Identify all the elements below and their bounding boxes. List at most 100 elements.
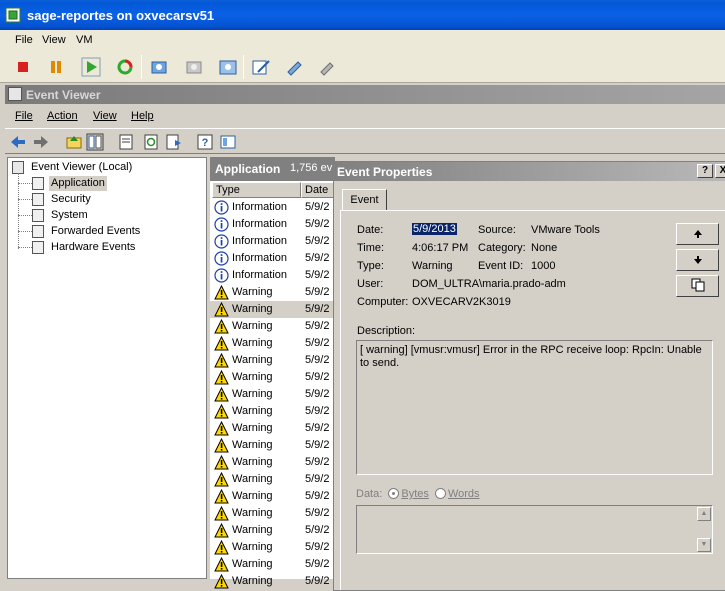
event-type: Warning bbox=[232, 371, 273, 383]
menu-action[interactable]: Action bbox=[47, 110, 78, 122]
forward-icon[interactable] bbox=[32, 133, 50, 151]
pause-icon[interactable] bbox=[45, 56, 67, 78]
scroll-up-button[interactable]: ▲ bbox=[697, 507, 711, 521]
category-label: Category: bbox=[478, 242, 526, 254]
table-row[interactable]: Warning 5/9/2 bbox=[210, 335, 335, 352]
computer-value: OXVECARV2K3019 bbox=[412, 296, 511, 308]
tree-item-label: Security bbox=[51, 193, 91, 205]
scroll-down-button[interactable]: ▼ bbox=[697, 538, 711, 552]
event-date: 5/9/2 bbox=[305, 490, 330, 502]
warning-icon bbox=[214, 387, 229, 402]
vmware-menu-vm[interactable]: VM bbox=[76, 34, 93, 46]
event-list-header: Application 1,756 ev bbox=[210, 157, 335, 181]
table-row[interactable]: Warning 5/9/2 bbox=[210, 318, 335, 335]
column-header-date[interactable]: Date bbox=[301, 182, 335, 198]
menu-view[interactable]: View bbox=[93, 110, 117, 122]
copy-button[interactable] bbox=[676, 275, 719, 297]
menu-help[interactable]: Help bbox=[131, 110, 154, 122]
revert-snapshot-icon[interactable] bbox=[183, 56, 205, 78]
help-icon[interactable]: ? bbox=[196, 133, 214, 151]
event-type: Warning bbox=[232, 422, 273, 434]
tools-icon[interactable] bbox=[284, 56, 306, 78]
next-event-button[interactable] bbox=[676, 249, 719, 271]
table-row[interactable]: Warning 5/9/2 bbox=[210, 488, 335, 505]
previous-event-button[interactable] bbox=[676, 223, 719, 245]
up-folder-icon[interactable] bbox=[65, 133, 83, 151]
play-icon[interactable] bbox=[80, 56, 102, 78]
event-type: Warning bbox=[232, 558, 273, 570]
event-id-value: 1000 bbox=[531, 260, 556, 272]
event-type: Warning bbox=[232, 490, 273, 502]
table-row[interactable]: Warning 5/9/2 bbox=[210, 403, 335, 420]
warning-icon bbox=[214, 370, 229, 385]
back-icon[interactable] bbox=[9, 133, 27, 151]
close-button[interactable]: X bbox=[715, 164, 725, 178]
column-header-type[interactable]: Type bbox=[212, 182, 301, 198]
information-icon bbox=[214, 217, 229, 232]
event-type: Warning bbox=[232, 337, 273, 349]
up-arrow-icon bbox=[693, 230, 702, 238]
table-row[interactable]: Warning 5/9/2 bbox=[210, 505, 335, 522]
export-list-icon[interactable] bbox=[165, 133, 183, 151]
event-type: Information bbox=[232, 252, 288, 264]
tree-connector bbox=[18, 199, 32, 200]
table-row[interactable]: Warning 5/9/2 bbox=[210, 369, 335, 386]
help-button[interactable]: ? bbox=[697, 164, 713, 178]
disconnect-icon[interactable] bbox=[317, 56, 339, 78]
table-row[interactable]: Warning 5/9/2 bbox=[210, 573, 335, 590]
table-row[interactable]: Warning 5/9/2 bbox=[210, 301, 335, 318]
properties-icon[interactable] bbox=[117, 133, 135, 151]
table-row[interactable]: Warning 5/9/2 bbox=[210, 539, 335, 556]
data-text[interactable]: ▲ ▼ bbox=[356, 505, 713, 554]
table-row[interactable]: Warning 5/9/2 bbox=[210, 386, 335, 403]
table-row[interactable]: Information 5/9/2 bbox=[210, 216, 335, 233]
event-date: 5/9/2 bbox=[305, 371, 330, 383]
vmware-menu-view[interactable]: View bbox=[42, 34, 66, 46]
snapshot-manager-icon[interactable] bbox=[217, 56, 239, 78]
table-row[interactable]: Warning 5/9/2 bbox=[210, 556, 335, 573]
reset-icon[interactable] bbox=[114, 56, 136, 78]
event-type: Information bbox=[232, 269, 288, 281]
table-row[interactable]: Information 5/9/2 bbox=[210, 233, 335, 250]
table-row[interactable]: Warning 5/9/2 bbox=[210, 420, 335, 437]
table-row[interactable]: Warning 5/9/2 bbox=[210, 522, 335, 539]
vmware-window-title: sage-reportes on oxvecarsv51 bbox=[27, 8, 215, 23]
table-row[interactable]: Information 5/9/2 bbox=[210, 250, 335, 267]
tree-connector bbox=[18, 247, 32, 248]
table-row[interactable]: Information 5/9/2 bbox=[210, 199, 335, 216]
stop-icon[interactable] bbox=[12, 56, 34, 78]
date-value[interactable]: 5/9/2013 bbox=[412, 223, 457, 235]
words-radio[interactable] bbox=[434, 488, 446, 499]
table-row[interactable]: Warning 5/9/2 bbox=[210, 284, 335, 301]
warning-icon bbox=[214, 285, 229, 300]
menu-file[interactable]: File bbox=[15, 110, 33, 122]
table-row[interactable]: Warning 5/9/2 bbox=[210, 352, 335, 369]
snapshot-icon[interactable] bbox=[148, 56, 170, 78]
edit-settings-icon[interactable] bbox=[250, 56, 272, 78]
information-icon bbox=[214, 200, 229, 215]
event-viewer-title-bar: Event Viewer bbox=[5, 85, 725, 104]
event-date: 5/9/2 bbox=[305, 541, 330, 553]
bytes-radio[interactable] bbox=[388, 488, 400, 499]
table-row[interactable]: Warning 5/9/2 bbox=[210, 471, 335, 488]
refresh-icon[interactable] bbox=[142, 133, 160, 151]
tab-event[interactable]: Event bbox=[342, 189, 387, 211]
description-text[interactable]: [ warning] [vmusr:vmusr] Error in the RP… bbox=[356, 340, 713, 475]
event-date: 5/9/2 bbox=[305, 286, 330, 298]
event-type: Warning bbox=[232, 320, 273, 332]
toolbar-separator bbox=[243, 55, 244, 79]
table-row[interactable]: Warning 5/9/2 bbox=[210, 454, 335, 471]
words-label: Words bbox=[447, 488, 480, 500]
vmware-title-bar: sage-reportes on oxvecarsv51 bbox=[0, 0, 725, 30]
event-date: 5/9/2 bbox=[305, 252, 330, 264]
view-icon[interactable] bbox=[219, 133, 237, 151]
tree-item-label: Forwarded Events bbox=[51, 225, 141, 237]
tree-connector bbox=[18, 173, 19, 249]
warning-icon bbox=[214, 540, 229, 555]
data-format-row: Data: Bytes Words bbox=[356, 488, 480, 500]
table-row[interactable]: Information 5/9/2 bbox=[210, 267, 335, 284]
show-hide-tree-icon[interactable] bbox=[86, 133, 104, 151]
vmware-menu-file[interactable]: File bbox=[15, 34, 33, 46]
table-row[interactable]: Warning 5/9/2 bbox=[210, 437, 335, 454]
warning-icon bbox=[214, 319, 229, 334]
